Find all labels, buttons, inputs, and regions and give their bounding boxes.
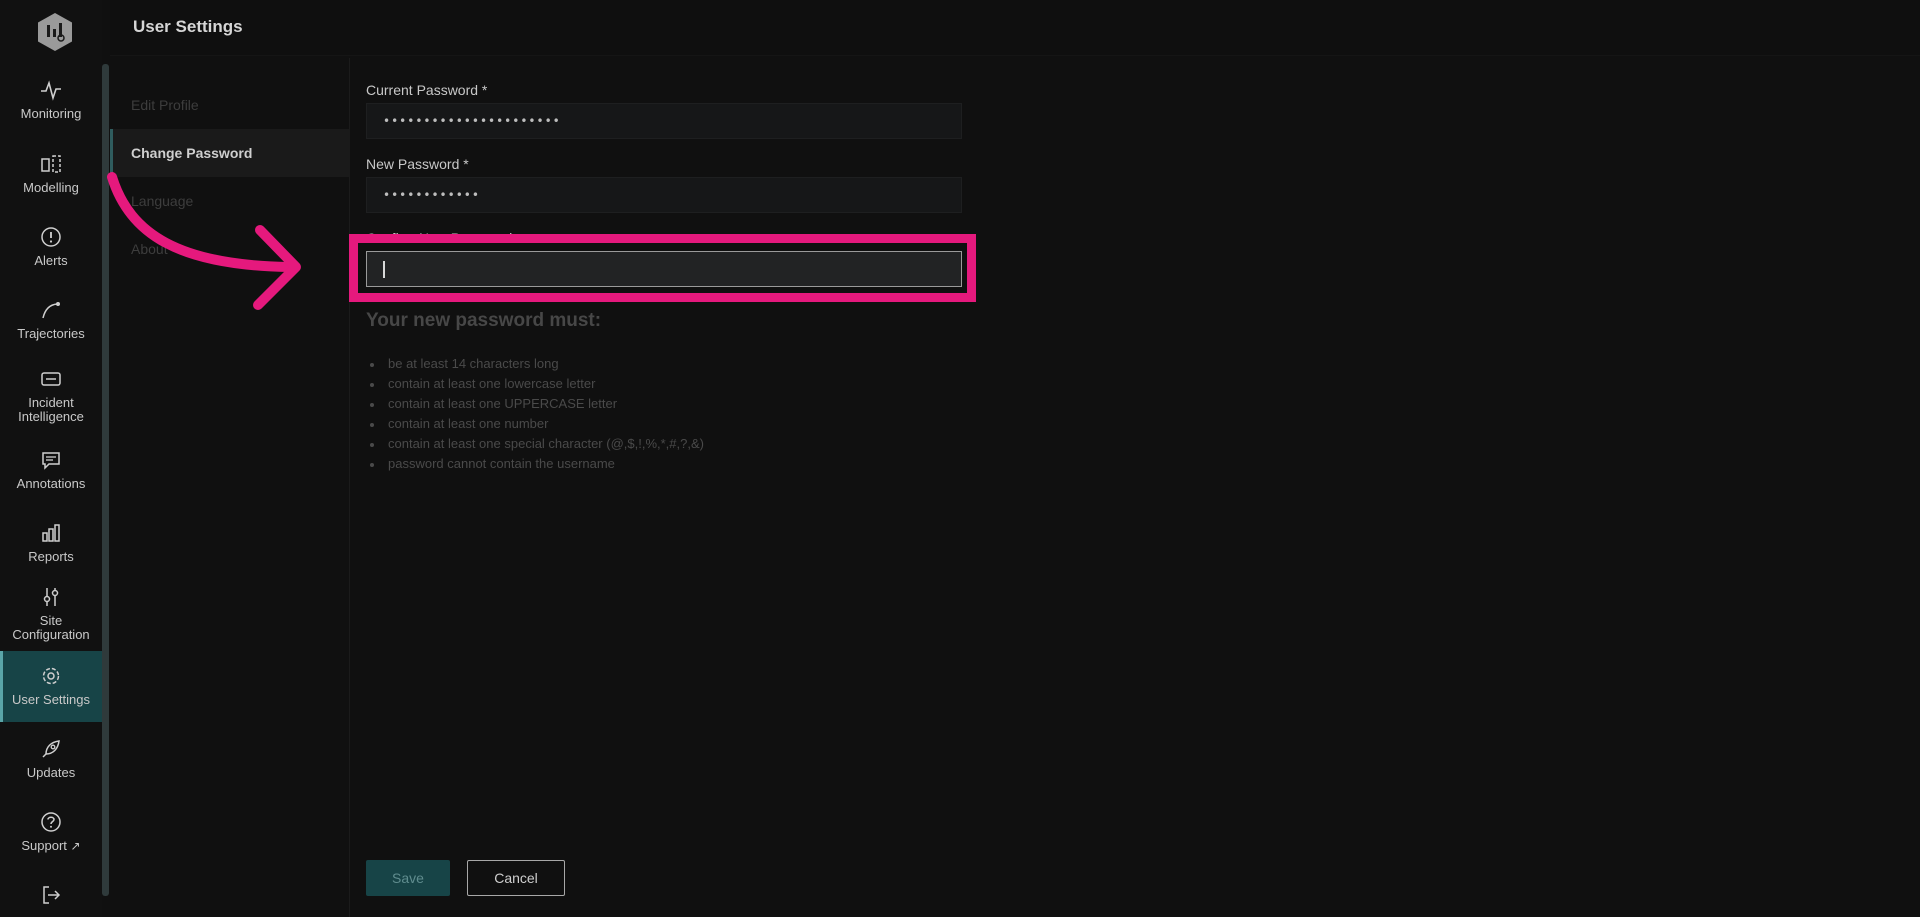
nav-label: Updates bbox=[26, 765, 76, 780]
nav-rail: Monitoring Modelling Alerts Trajectories… bbox=[0, 0, 102, 917]
list-item: contain at least one special character (… bbox=[370, 436, 704, 456]
nav-item-alerts[interactable]: Alerts bbox=[0, 224, 102, 276]
save-button[interactable]: Save bbox=[366, 860, 450, 896]
help-circle-icon bbox=[38, 809, 64, 835]
cancel-button[interactable]: Cancel bbox=[467, 860, 565, 896]
nav-label: Incident Intelligence bbox=[18, 395, 84, 424]
list-item: contain at least one lowercase letter bbox=[370, 376, 704, 396]
list-item: be at least 14 characters long bbox=[370, 356, 704, 376]
nav-item-monitoring[interactable]: Monitoring bbox=[0, 77, 102, 129]
current-password-field[interactable]: •••••••••••••••••••••• bbox=[366, 103, 962, 139]
external-link-icon: ↗ bbox=[70, 839, 81, 853]
nav-item-reports[interactable]: Reports bbox=[0, 520, 102, 572]
nav-item-user-settings[interactable]: User Settings bbox=[0, 651, 102, 722]
logout-icon bbox=[38, 882, 64, 908]
rocket-icon bbox=[38, 736, 64, 762]
current-password-label: Current Password * bbox=[366, 82, 488, 98]
new-password-field[interactable]: •••••••••••• bbox=[366, 177, 962, 213]
nav-label: Modelling bbox=[23, 180, 79, 195]
annotation-highlight-box bbox=[349, 234, 976, 302]
list-item: contain at least one UPPERCASE letter bbox=[370, 396, 704, 416]
modelling-icon bbox=[38, 151, 64, 177]
gear-icon bbox=[38, 663, 64, 689]
nav-item-trajectories[interactable]: Trajectories bbox=[0, 297, 102, 349]
comment-icon bbox=[38, 447, 64, 473]
alert-circle-icon bbox=[38, 224, 64, 250]
nav-item-annotations[interactable]: Annotations bbox=[0, 447, 102, 499]
nav-item-modelling[interactable]: Modelling bbox=[0, 151, 102, 203]
page-title: User Settings bbox=[133, 17, 243, 36]
bar-chart-icon bbox=[38, 520, 64, 546]
support-label: Support bbox=[21, 838, 67, 853]
nav-label: Support ↗ bbox=[21, 838, 81, 854]
subnav-item-edit-profile[interactable]: Edit Profile bbox=[110, 81, 350, 129]
sliders-icon bbox=[38, 584, 64, 610]
app-logo-icon[interactable] bbox=[36, 12, 74, 52]
nav-label: Alerts bbox=[34, 253, 68, 268]
nav-item-incident-intelligence[interactable]: Incident Intelligence bbox=[0, 366, 102, 426]
nav-item-site-configuration[interactable]: Site Configuration bbox=[0, 584, 102, 644]
annotation-arrow-icon bbox=[107, 172, 301, 310]
nav-label: User Settings bbox=[11, 692, 91, 707]
nav-item-support[interactable]: Support ↗ bbox=[0, 809, 102, 861]
password-rules-list: be at least 14 characters long contain a… bbox=[370, 356, 704, 476]
list-item: contain at least one number bbox=[370, 416, 704, 436]
nav-label: Site Configuration bbox=[12, 613, 90, 642]
page-header bbox=[110, 0, 1920, 56]
pulse-icon bbox=[38, 77, 64, 103]
new-password-label: New Password * bbox=[366, 156, 469, 172]
password-rules-title: Your new password must: bbox=[366, 310, 602, 331]
nav-label: Monitoring bbox=[20, 106, 82, 121]
nav-item-updates[interactable]: Updates bbox=[0, 736, 102, 788]
nav-label: Reports bbox=[28, 549, 74, 564]
nav-label: Trajectories bbox=[17, 326, 85, 341]
nav-label: Annotations bbox=[16, 476, 86, 491]
trajectory-icon bbox=[38, 297, 64, 323]
list-item: password cannot contain the username bbox=[370, 456, 704, 476]
ticket-icon bbox=[38, 366, 64, 392]
nav-item-logout[interactable] bbox=[0, 882, 102, 917]
